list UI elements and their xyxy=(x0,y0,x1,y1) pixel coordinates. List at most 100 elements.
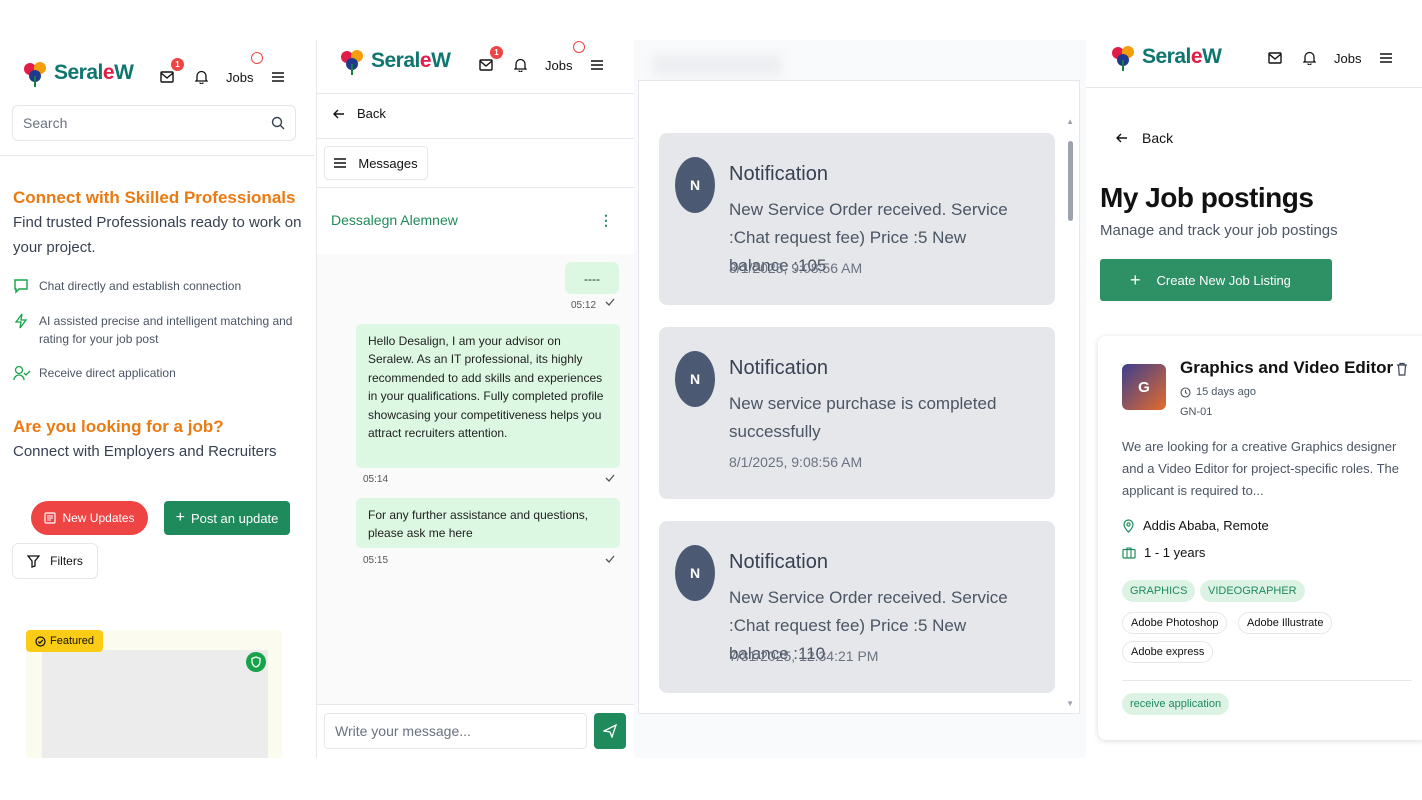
feature-item: AI assisted precise and intelligent matc… xyxy=(13,312,303,348)
jobs-link[interactable]: Jobs xyxy=(226,70,253,85)
filter-icon xyxy=(27,554,41,568)
featured-badge: Featured xyxy=(26,630,104,652)
menu-icon[interactable] xyxy=(1377,49,1395,67)
mail-icon[interactable] xyxy=(1266,49,1284,67)
job-experience: 1 - 1 years xyxy=(1122,545,1205,560)
header-actions: Jobs xyxy=(1266,49,1395,67)
divider xyxy=(317,93,634,94)
feature-text: Chat directly and establish connection xyxy=(39,279,242,293)
menu-icon[interactable] xyxy=(269,68,287,86)
notification-card[interactable]: N Notification New Service Order receive… xyxy=(659,521,1055,693)
feature-text: Receive direct application xyxy=(39,366,176,380)
job-experience-text: 1 - 1 years xyxy=(1144,545,1206,560)
logo-icon xyxy=(24,62,46,87)
job-title[interactable]: Graphics and Video Editor xyxy=(1180,358,1393,378)
notification-avatar: N xyxy=(675,157,715,213)
more-options-icon[interactable]: ⋮ xyxy=(599,212,613,229)
clock-icon xyxy=(1180,386,1191,398)
trash-icon[interactable] xyxy=(1396,362,1408,376)
arrow-left-icon xyxy=(333,109,344,118)
app-header: SeraleW Jobs xyxy=(1086,40,1422,100)
contact-name[interactable]: Dessalegn Alemnew xyxy=(331,212,458,228)
divider xyxy=(317,187,634,188)
job-location-text: Addis Ababa, Remote xyxy=(1143,518,1269,533)
menu-icon[interactable] xyxy=(588,56,606,74)
status-badge: receive application xyxy=(1122,693,1230,715)
job-avatar: G xyxy=(1122,364,1166,410)
home-panel: SeraleW 1 Jobs Search Connect with Skill… xyxy=(0,40,314,758)
logo[interactable]: SeraleW xyxy=(20,58,134,88)
create-job-button[interactable]: + Create New Job Listing xyxy=(1100,259,1332,301)
job-age-text: 15 days ago xyxy=(1196,386,1256,398)
check-icon xyxy=(605,474,615,482)
back-button[interactable]: Back xyxy=(333,106,386,121)
briefcase-icon xyxy=(1122,547,1136,559)
app-header: SeraleW 1 Jobs xyxy=(317,40,634,100)
job-age: 15 days ago xyxy=(1180,386,1256,398)
job-subheadline: Connect with Employers and Recruiters xyxy=(13,443,277,460)
chat-panel: SeraleW 1 Jobs Back Messages Dessalegn A… xyxy=(316,40,634,758)
messages-label: Messages xyxy=(358,155,418,171)
job-postings-panel: SeraleW Jobs Back My Job postings Manage… xyxy=(1086,40,1422,758)
search-input[interactable]: Search xyxy=(12,105,296,141)
chat-thread: ---- 05:12 Hello Desalign, I am your adv… xyxy=(317,254,634,704)
message-time: 05:15 xyxy=(363,555,389,566)
logo-text: SeraleW xyxy=(54,61,134,84)
new-updates-label: New Updates xyxy=(62,511,135,525)
notification-card[interactable]: N Notification New service purchase is c… xyxy=(659,327,1055,499)
messages-button[interactable]: Messages xyxy=(324,146,428,180)
arrow-left-icon xyxy=(1116,133,1127,143)
hero-headline: Connect with Skilled Professionals xyxy=(13,188,296,207)
jobs-link[interactable]: Jobs xyxy=(545,58,572,73)
scroll-down-icon[interactable]: ▼ xyxy=(1066,699,1074,708)
send-button[interactable] xyxy=(594,713,626,749)
bell-icon[interactable] xyxy=(511,56,529,74)
notifications-panel: N Notification New Service Order receive… xyxy=(634,40,1086,758)
mail-icon[interactable]: 1 xyxy=(477,46,503,74)
jobs-link[interactable]: Jobs xyxy=(1334,51,1361,66)
chat-icon xyxy=(13,278,31,295)
featured-label: Featured xyxy=(50,635,95,647)
skill-tag: Adobe Illustrate xyxy=(1238,612,1333,634)
back-button[interactable]: Back xyxy=(1116,130,1173,146)
search-placeholder: Search xyxy=(23,115,68,131)
message-time: 05:14 xyxy=(363,474,389,485)
notification-card[interactable]: N Notification New Service Order receive… xyxy=(659,133,1055,305)
mail-icon[interactable]: 1 xyxy=(158,58,184,86)
blurred-header xyxy=(652,54,782,76)
app-header: SeraleW 1 Jobs xyxy=(0,40,314,100)
message-time: 05:12 xyxy=(571,300,597,311)
scroll-up-icon[interactable]: ▲ xyxy=(1066,117,1074,126)
bell-icon[interactable] xyxy=(1300,49,1318,67)
feature-item: Receive direct application xyxy=(13,364,303,382)
divider xyxy=(1122,680,1412,681)
featured-card[interactable]: Featured xyxy=(26,630,282,758)
logo[interactable]: SeraleW xyxy=(337,46,451,76)
bell-icon[interactable] xyxy=(192,68,210,86)
card-image xyxy=(42,650,268,758)
header-actions: 1 Jobs xyxy=(477,46,606,74)
divider xyxy=(1086,87,1422,88)
logo[interactable]: SeraleW xyxy=(1108,42,1222,72)
chat-message: For any further assistance and questions… xyxy=(356,498,620,548)
notification-avatar: N xyxy=(675,545,715,601)
notification-title: Notification xyxy=(729,163,828,185)
skill-tag: Adobe express xyxy=(1122,641,1214,663)
jobs-alert-dot xyxy=(573,41,585,53)
notification-avatar: N xyxy=(675,351,715,407)
messages-badge: 1 xyxy=(490,46,503,59)
back-label: Back xyxy=(357,106,386,121)
job-card[interactable]: G Graphics and Video Editor 15 days ago … xyxy=(1098,336,1422,740)
post-update-button[interactable]: + Post an update xyxy=(164,501,290,535)
search-icon[interactable] xyxy=(271,116,285,130)
message-composer: Write your message... xyxy=(317,704,634,758)
create-job-label: Create New Job Listing xyxy=(1156,272,1291,288)
logo-text: SeraleW xyxy=(371,49,451,72)
filters-button[interactable]: Filters xyxy=(12,543,98,579)
plus-icon: + xyxy=(1130,269,1141,290)
logo-icon xyxy=(1112,46,1134,71)
new-updates-button[interactable]: New Updates xyxy=(31,501,148,535)
chat-message: Hello Desalign, I am your advisor on Ser… xyxy=(356,324,620,468)
message-input[interactable]: Write your message... xyxy=(324,713,587,749)
scrollbar-thumb[interactable] xyxy=(1068,141,1073,221)
